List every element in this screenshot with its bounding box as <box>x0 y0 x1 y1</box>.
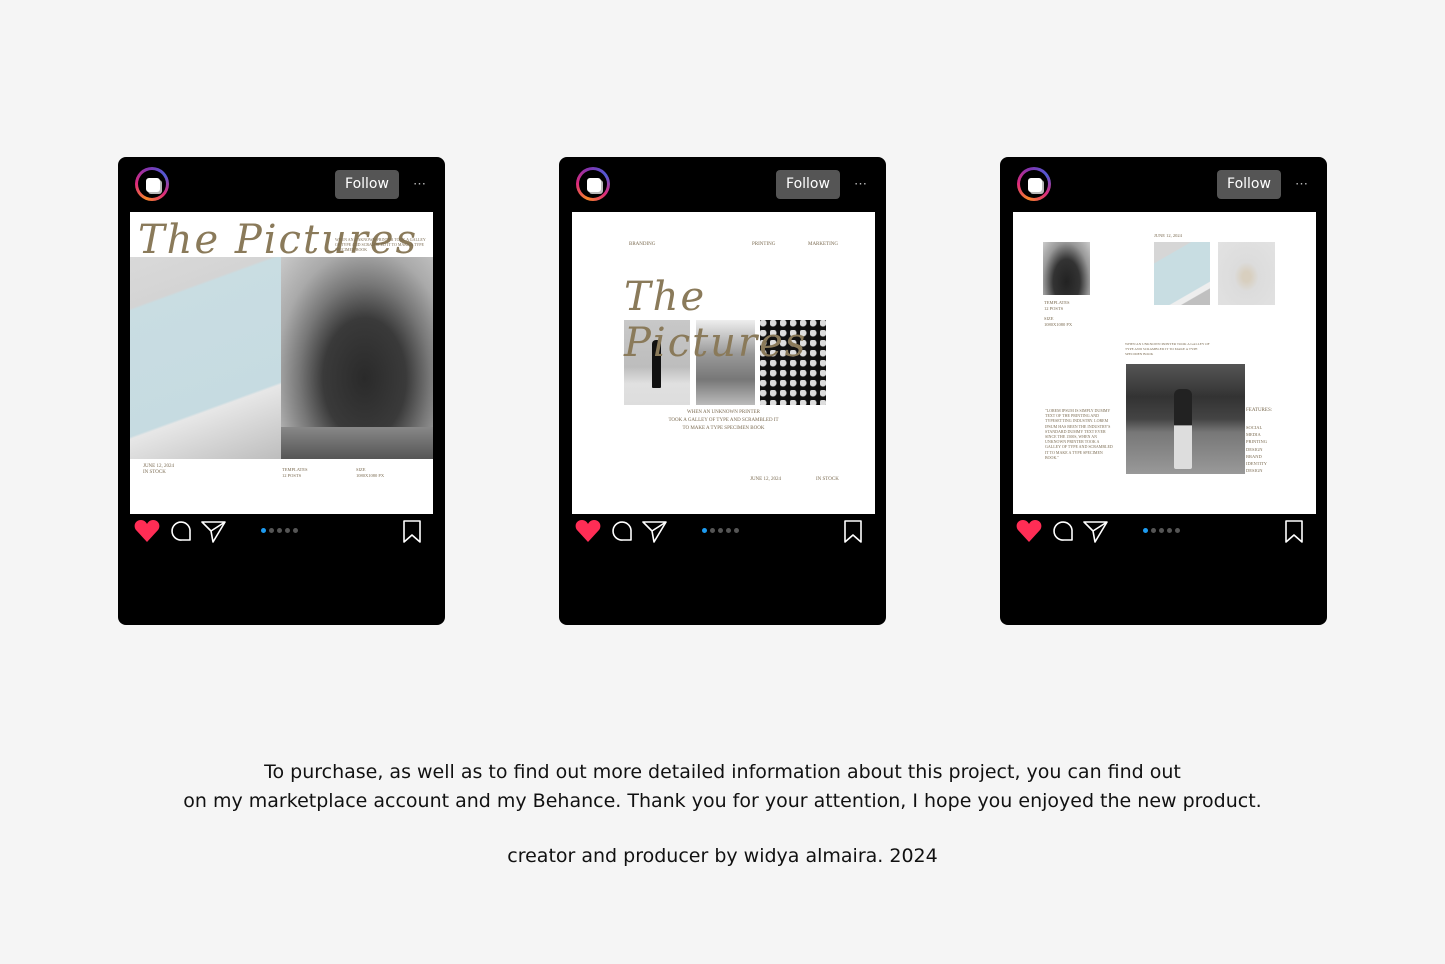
slide-date: June 12, 2024 <box>750 477 781 482</box>
bookmark-icon[interactable] <box>402 520 422 544</box>
object-photo <box>1218 242 1275 305</box>
size-value: 1080x1080 px <box>356 473 385 478</box>
more-options-icon[interactable]: ⋯ <box>1295 176 1309 192</box>
follow-button[interactable]: Follow <box>335 170 399 199</box>
feature-item: Social <box>1246 425 1263 430</box>
carousel-dot[interactable] <box>1143 528 1148 533</box>
send-icon[interactable] <box>642 520 668 544</box>
post-card-2: Follow ⋯ Branding Printing Marketing The… <box>559 157 886 625</box>
post-header: Follow ⋯ <box>1000 157 1327 212</box>
nav-marketing: Marketing <box>808 242 838 247</box>
bookmark-icon[interactable] <box>1284 520 1304 544</box>
post-header: Follow ⋯ <box>118 157 445 212</box>
rock-photo <box>1043 242 1090 295</box>
comment-icon[interactable] <box>1052 520 1076 544</box>
portrait-photo <box>1126 364 1245 474</box>
architecture-photo <box>1154 242 1210 305</box>
footer-line-1: To purchase, as well as to find out more… <box>264 761 1181 783</box>
slide-size: Size 1080x1080 px <box>1044 316 1072 328</box>
carousel-dot[interactable] <box>702 528 707 533</box>
avatar[interactable] <box>1017 167 1051 201</box>
comment-icon[interactable] <box>611 520 635 544</box>
size-value: 1080x1080 px <box>1044 322 1073 327</box>
caption-line: took a galley of type and scrambled it <box>668 418 779 423</box>
nav-printing: Printing <box>752 242 776 247</box>
sea-photo <box>281 427 433 459</box>
feature-item: Printing <box>1246 439 1267 445</box>
carousel-dot[interactable] <box>285 528 290 533</box>
carousel-dot[interactable] <box>718 528 723 533</box>
more-options-icon[interactable]: ⋯ <box>854 176 868 192</box>
profile-logo-icon <box>1028 178 1042 192</box>
carousel-dot[interactable] <box>1151 528 1156 533</box>
features-label: Features: <box>1246 408 1273 413</box>
carousel-dot[interactable] <box>734 528 739 533</box>
slide-stock: In stock <box>143 470 166 475</box>
nav-branding: Branding <box>629 242 656 247</box>
feature-item: Media <box>1246 432 1261 438</box>
carousel-dot[interactable] <box>261 528 266 533</box>
heart-icon[interactable] <box>134 519 160 543</box>
avatar[interactable] <box>576 167 610 201</box>
carousel-dot[interactable] <box>710 528 715 533</box>
footer-text: To purchase, as well as to find out more… <box>0 758 1445 871</box>
slide-caption: When an unknown printer took a galley of… <box>572 409 875 433</box>
post-image[interactable]: Templates 12 posts Size 1080x1080 px Jun… <box>1013 212 1316 514</box>
slide-templates: Templates 12 posts <box>282 467 308 479</box>
post-card-3: Follow ⋯ Templates 12 posts Size 1080x10… <box>1000 157 1327 625</box>
templates-value: 12 posts <box>282 473 302 478</box>
slide-date-stock: June 12, 2024 In stock <box>143 464 174 476</box>
carousel-indicator <box>261 528 298 533</box>
slide-title: The Pictures <box>624 274 808 366</box>
post-actions <box>1000 517 1327 547</box>
comment-icon[interactable] <box>170 520 194 544</box>
post-header: Follow ⋯ <box>559 157 886 212</box>
send-icon[interactable] <box>201 520 227 544</box>
slide-quote: "Lorem Ipsum is simply dummy text of the… <box>1045 408 1113 460</box>
templates-value: 12 posts <box>1044 306 1064 311</box>
bookmark-icon[interactable] <box>843 520 863 544</box>
architecture-photo <box>130 257 281 459</box>
slide-tagline: When an unknown printer took a galley of… <box>335 237 426 252</box>
features-list: Social Media Printing Design Brand Ident… <box>1246 424 1267 474</box>
footer-line-2: on my marketplace account and my Behance… <box>183 790 1262 812</box>
post-card-1: Follow ⋯ The Pictures When an unknown pr… <box>118 157 445 625</box>
follow-button[interactable]: Follow <box>1217 170 1281 199</box>
feature-item: Design <box>1246 446 1263 452</box>
follow-button[interactable]: Follow <box>776 170 840 199</box>
carousel-indicator <box>1143 528 1180 533</box>
avatar[interactable] <box>135 167 169 201</box>
carousel-dot[interactable] <box>1167 528 1172 533</box>
post-image[interactable]: The Pictures When an unknown printer too… <box>130 212 433 514</box>
carousel-dot[interactable] <box>1175 528 1180 533</box>
carousel-dot[interactable] <box>726 528 731 533</box>
carousel-dot[interactable] <box>293 528 298 533</box>
carousel-dot[interactable] <box>277 528 282 533</box>
carousel-dot[interactable] <box>269 528 274 533</box>
heart-icon[interactable] <box>575 519 601 543</box>
more-options-icon[interactable]: ⋯ <box>413 176 427 192</box>
carousel-dot[interactable] <box>1159 528 1164 533</box>
slide-stock: In stock <box>816 477 839 482</box>
caption-line: to make a type specimen book <box>682 426 765 431</box>
feature-item: Identity <box>1246 461 1267 467</box>
post-image[interactable]: Branding Printing Marketing The Pictures… <box>572 212 875 514</box>
send-icon[interactable] <box>1083 520 1109 544</box>
slide-templates: Templates 12 posts <box>1044 300 1070 312</box>
figure-silhouette <box>1174 389 1192 469</box>
feature-item: Brand <box>1246 453 1262 459</box>
caption-line: When an unknown printer <box>687 410 760 415</box>
carousel-indicator <box>702 528 739 533</box>
slide-size: Size 1080x1080 px <box>356 467 384 479</box>
feature-item: Design <box>1246 468 1263 474</box>
profile-logo-icon <box>587 178 601 192</box>
slide-tagline: When an unknown printer took a galley of… <box>1125 342 1210 356</box>
post-actions <box>118 517 445 547</box>
slide-date: June 12, 2024 <box>1154 233 1182 238</box>
post-actions <box>559 517 886 547</box>
profile-logo-icon <box>146 178 160 192</box>
footer-credit: creator and producer by widya almaira. 2… <box>507 845 938 867</box>
heart-icon[interactable] <box>1016 519 1042 543</box>
